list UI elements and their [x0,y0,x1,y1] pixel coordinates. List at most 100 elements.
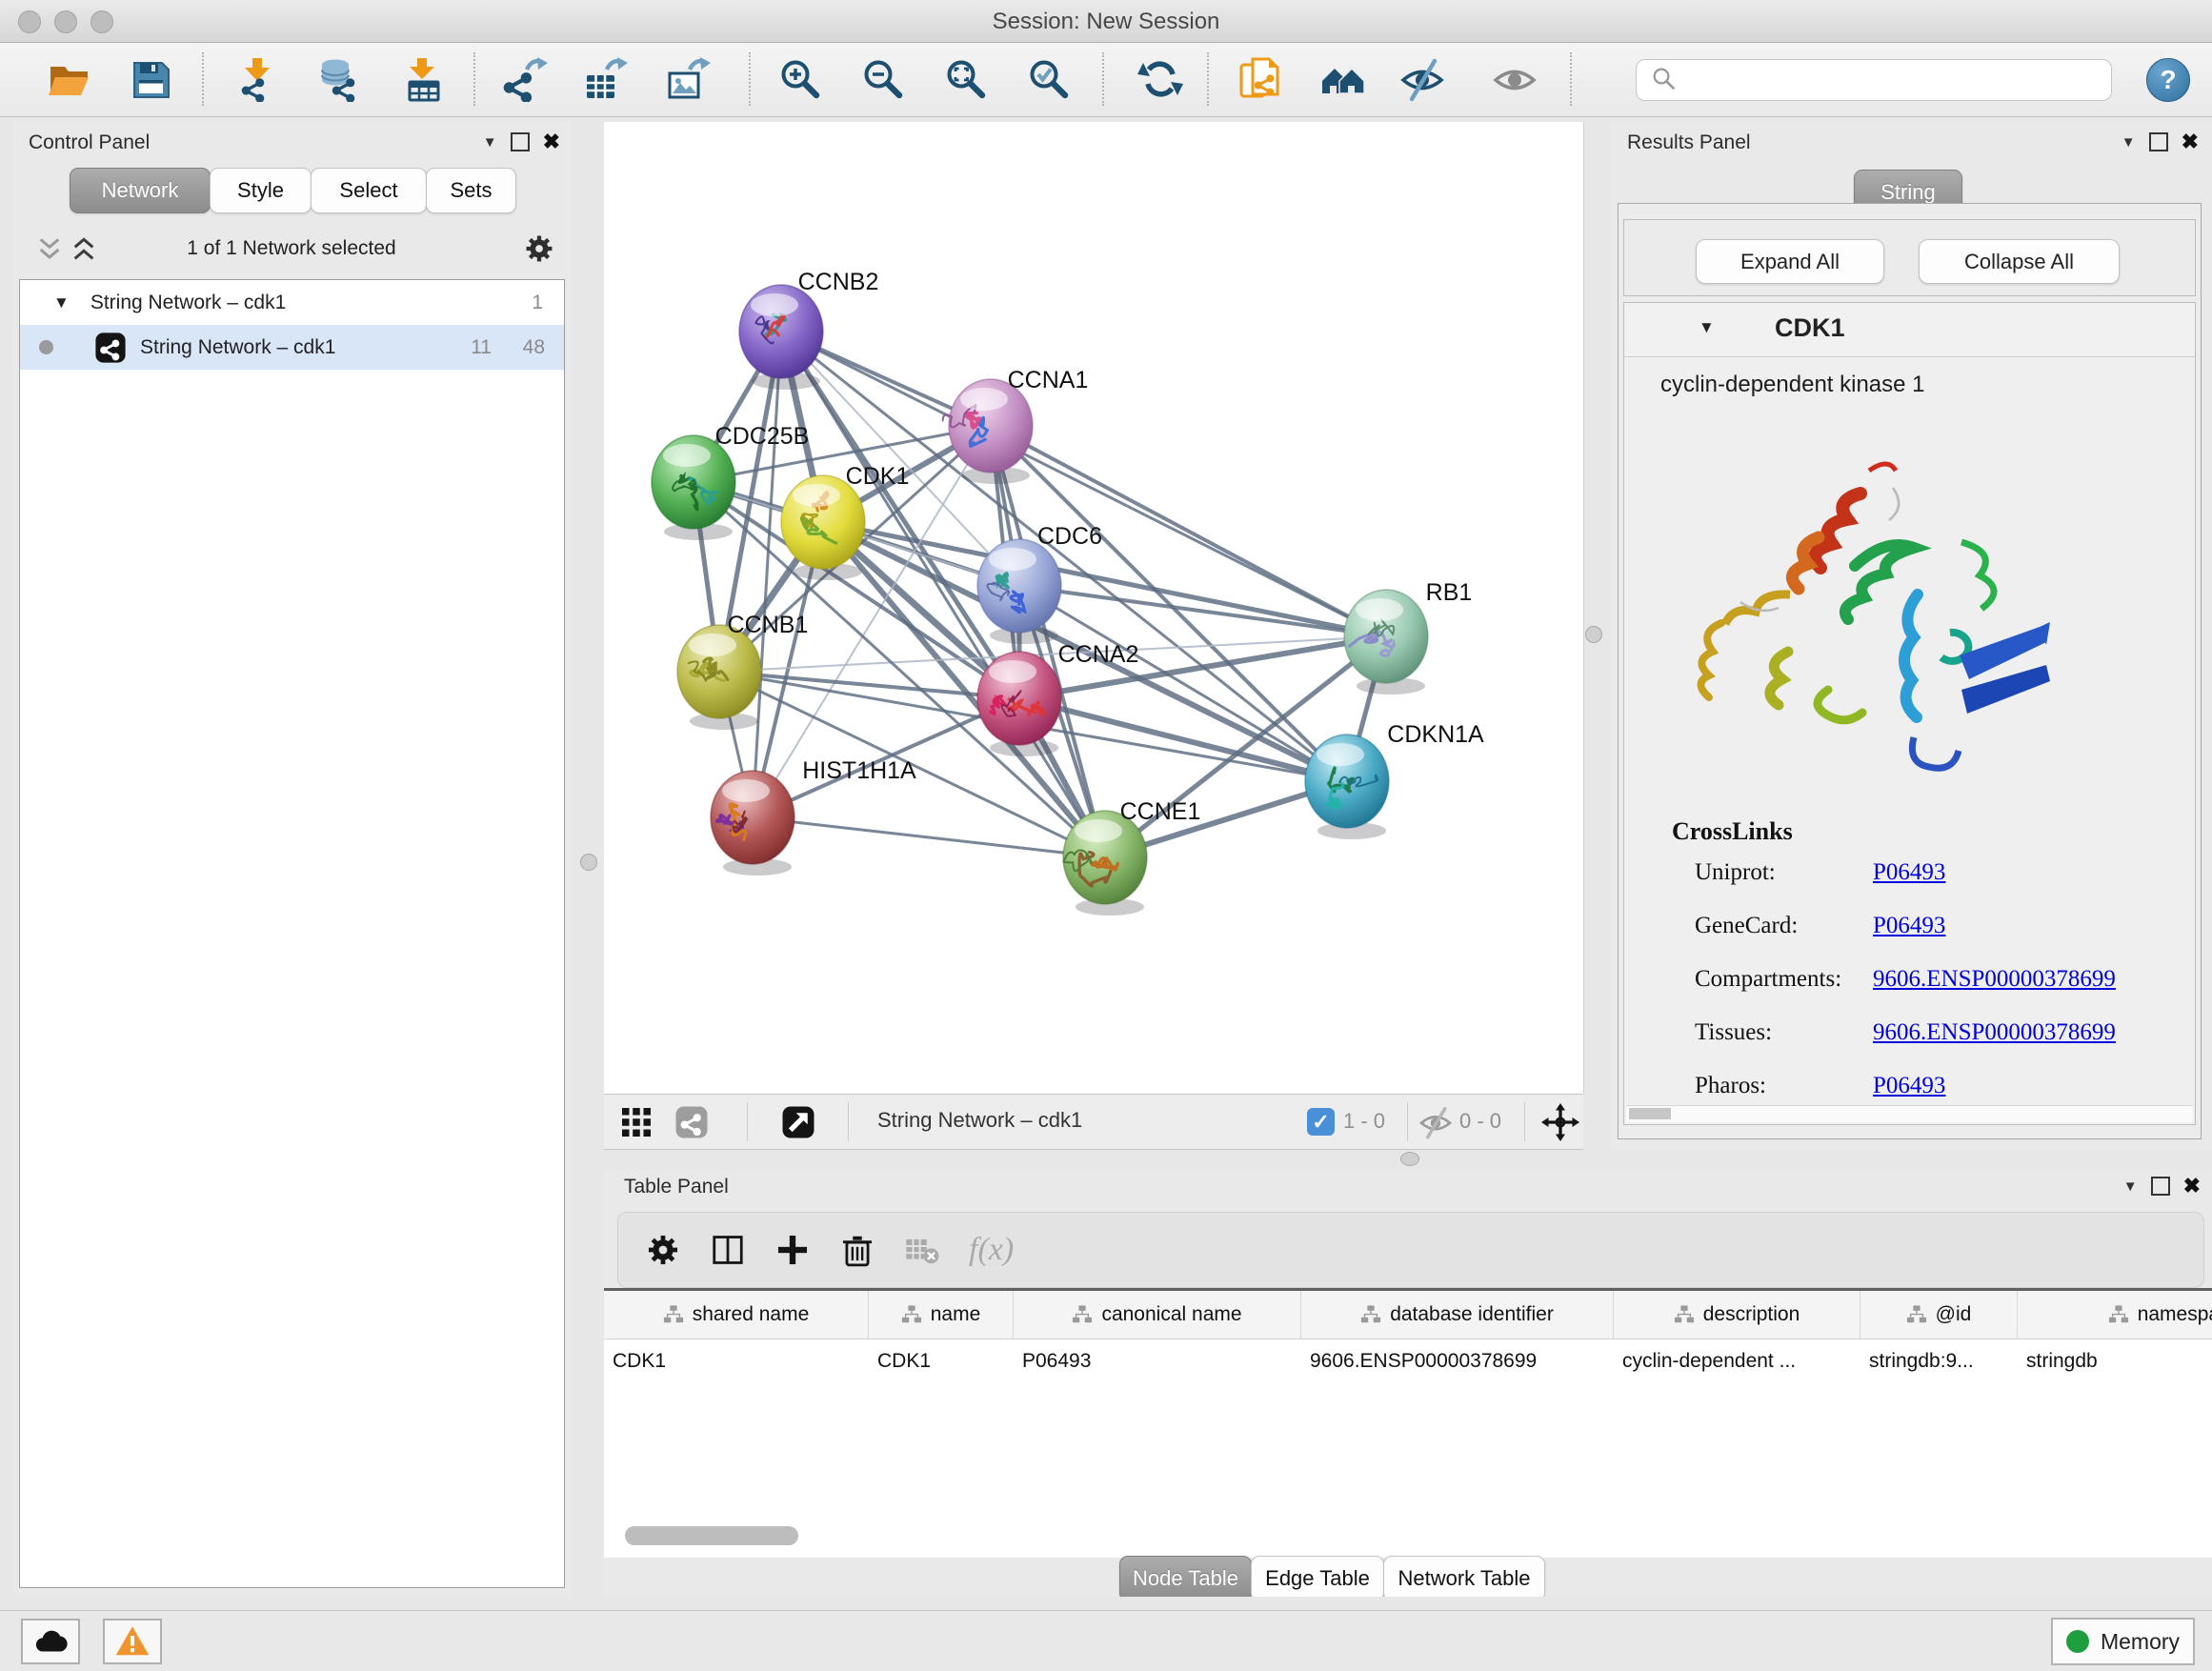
column-header-id[interactable]: @id [1860,1291,2018,1339]
selected-checkbox[interactable]: ✓ [1307,1108,1335,1136]
table-row[interactable]: CDK1CDK1P064939606.ENSP00000378699cyclin… [604,1339,2212,1382]
results-hscrollbar[interactable] [1626,1105,2193,1122]
hide-selected-icon[interactable] [1399,56,1445,102]
column-header-databaseidentifier[interactable]: database identifier [1301,1291,1614,1339]
network-view-icon[interactable] [674,1105,709,1139]
horizontal-splitter[interactable] [604,1148,2212,1170]
node-count: 11 [471,336,492,359]
tab-network[interactable]: Network [70,168,211,213]
collapse-all-button[interactable]: Collapse All [1919,239,2120,284]
panel-collapse-icon[interactable]: ▼ [483,134,497,151]
tab-node-table[interactable]: Node Table [1119,1556,1252,1597]
expander-icon[interactable]: ▼ [53,293,70,312]
gear-icon[interactable] [523,232,555,265]
zoom-fit-icon[interactable] [943,56,989,102]
tab-select[interactable]: Select [311,168,427,213]
show-all-icon[interactable] [1492,56,1538,102]
network-node-ccnb1[interactable] [677,625,761,730]
export-network-icon[interactable] [502,56,548,102]
tab-style[interactable]: Style [210,168,312,213]
network-node-hist1h1a[interactable] [711,771,794,876]
column-header-namespace[interactable]: namespace [2018,1291,2212,1339]
memory-button[interactable]: Memory [2051,1618,2195,1665]
crosslink-tissues[interactable]: 9606.ENSP00000378699 [1873,1019,2116,1046]
column-header-canonicalname[interactable]: canonical name [1014,1291,1301,1339]
node-label-ccna2: CCNA2 [1058,641,1139,668]
crosslink-label: Pharos: [1695,1073,1766,1099]
gene-card-header[interactable]: ▼ CDK1 [1624,303,2195,357]
zoom-in-icon[interactable] [777,56,823,102]
tab-network-table[interactable]: Network Table [1383,1556,1545,1597]
birds-eye-view-icon[interactable] [781,1105,815,1139]
help-icon[interactable]: ? [2146,58,2190,102]
table-cell: CDK1 [604,1339,869,1382]
table-cell: CDK1 [869,1339,1014,1382]
network-node-cdkn1a[interactable] [1305,735,1389,839]
panel-close-icon[interactable]: ✖ [543,131,560,152]
network-node-ccne1[interactable] [1063,811,1147,916]
fit-content-icon[interactable] [1541,1103,1579,1141]
table-hscrollbar[interactable] [617,1524,2204,1547]
network-collection-row[interactable]: ▼ String Network – cdk1 1 [20,280,564,325]
panel-float-icon[interactable] [511,132,530,151]
panel-float-icon[interactable] [2149,132,2168,151]
crosslink-pharos[interactable]: P06493 [1873,1073,1945,1099]
right-splitter-handle[interactable] [1585,626,1602,643]
search-input[interactable] [1686,63,2111,97]
expand-all-button[interactable]: Expand All [1696,239,1884,284]
crosslinks-title: CrossLinks [1672,817,2195,846]
cloud-icon [31,1624,70,1659]
clipboard-share-icon[interactable] [1237,56,1282,102]
scroll-thumb[interactable] [1629,1108,1671,1119]
open-folder-icon[interactable] [46,56,91,102]
tab-edge-table[interactable]: Edge Table [1251,1556,1384,1597]
panel-close-icon[interactable]: ✖ [2183,1176,2201,1197]
panel-float-icon[interactable] [2151,1177,2170,1196]
network-canvas[interactable]: CCNB2CCNA1CDC25BCDK1CDC6RB1CCNB1CCNA2CDK… [604,122,1584,1094]
save-icon[interactable] [128,56,173,102]
scroll-thumb[interactable] [625,1526,798,1545]
delete-column-icon[interactable] [839,1232,875,1268]
warning-icon [113,1624,151,1659]
add-column-icon[interactable] [774,1232,811,1268]
collection-count: 1 [532,292,543,314]
column-header-name[interactable]: name [869,1291,1014,1339]
grid-view-icon[interactable] [619,1105,654,1139]
refresh-icon[interactable] [1137,56,1183,102]
network-node-ccna1[interactable] [943,379,1033,484]
zoom-selected-icon[interactable] [1026,56,1072,102]
crosslink-compartments[interactable]: 9606.ENSP00000378699 [1873,966,2116,993]
expander-icon[interactable]: ▼ [1699,318,1715,337]
column-header-sharedname[interactable]: shared name [604,1291,869,1339]
results-buttons-box: Expand All Collapse All [1623,219,2196,296]
home-icon[interactable] [1320,56,1366,102]
zoom-out-icon[interactable] [860,56,906,102]
search-box[interactable] [1636,59,2112,101]
network-row-selected[interactable]: String Network – cdk1 11 48 [20,325,564,370]
tab-sets[interactable]: Sets [426,168,516,213]
export-image-icon[interactable] [665,56,711,102]
splitter-handle[interactable] [1400,1152,1419,1166]
toolbar-separator [1102,52,1104,106]
network-graph[interactable]: CCNB2CCNA1CDC25BCDK1CDC6RB1CCNB1CCNA2CDK… [604,122,1583,1094]
table-settings-icon[interactable] [645,1232,681,1268]
network-node-ccna2[interactable] [977,652,1061,756]
network-node-cdc6[interactable] [977,539,1061,644]
import-database-icon[interactable] [317,56,363,102]
network-tree: ▼ String Network – cdk1 1 String Network… [19,279,565,1588]
network-node-rb1[interactable] [1344,590,1428,695]
panel-close-icon[interactable]: ✖ [2182,131,2199,152]
import-table-icon[interactable] [401,56,447,102]
panel-collapse-icon[interactable]: ▼ [2122,134,2136,151]
warnings-button[interactable] [103,1619,162,1664]
left-splitter-handle[interactable] [580,854,597,871]
crosslink-genecard[interactable]: P06493 [1873,913,1945,939]
crosslink-uniprot[interactable]: P06493 [1873,859,1945,886]
import-network-icon[interactable] [234,56,280,102]
export-table-icon[interactable] [582,56,628,102]
network-node-cdc25b[interactable] [652,435,735,540]
cloud-button[interactable] [21,1619,80,1664]
column-header-description[interactable]: description [1614,1291,1860,1339]
panel-collapse-icon[interactable]: ▼ [2123,1178,2138,1195]
show-columns-icon[interactable] [710,1232,746,1268]
